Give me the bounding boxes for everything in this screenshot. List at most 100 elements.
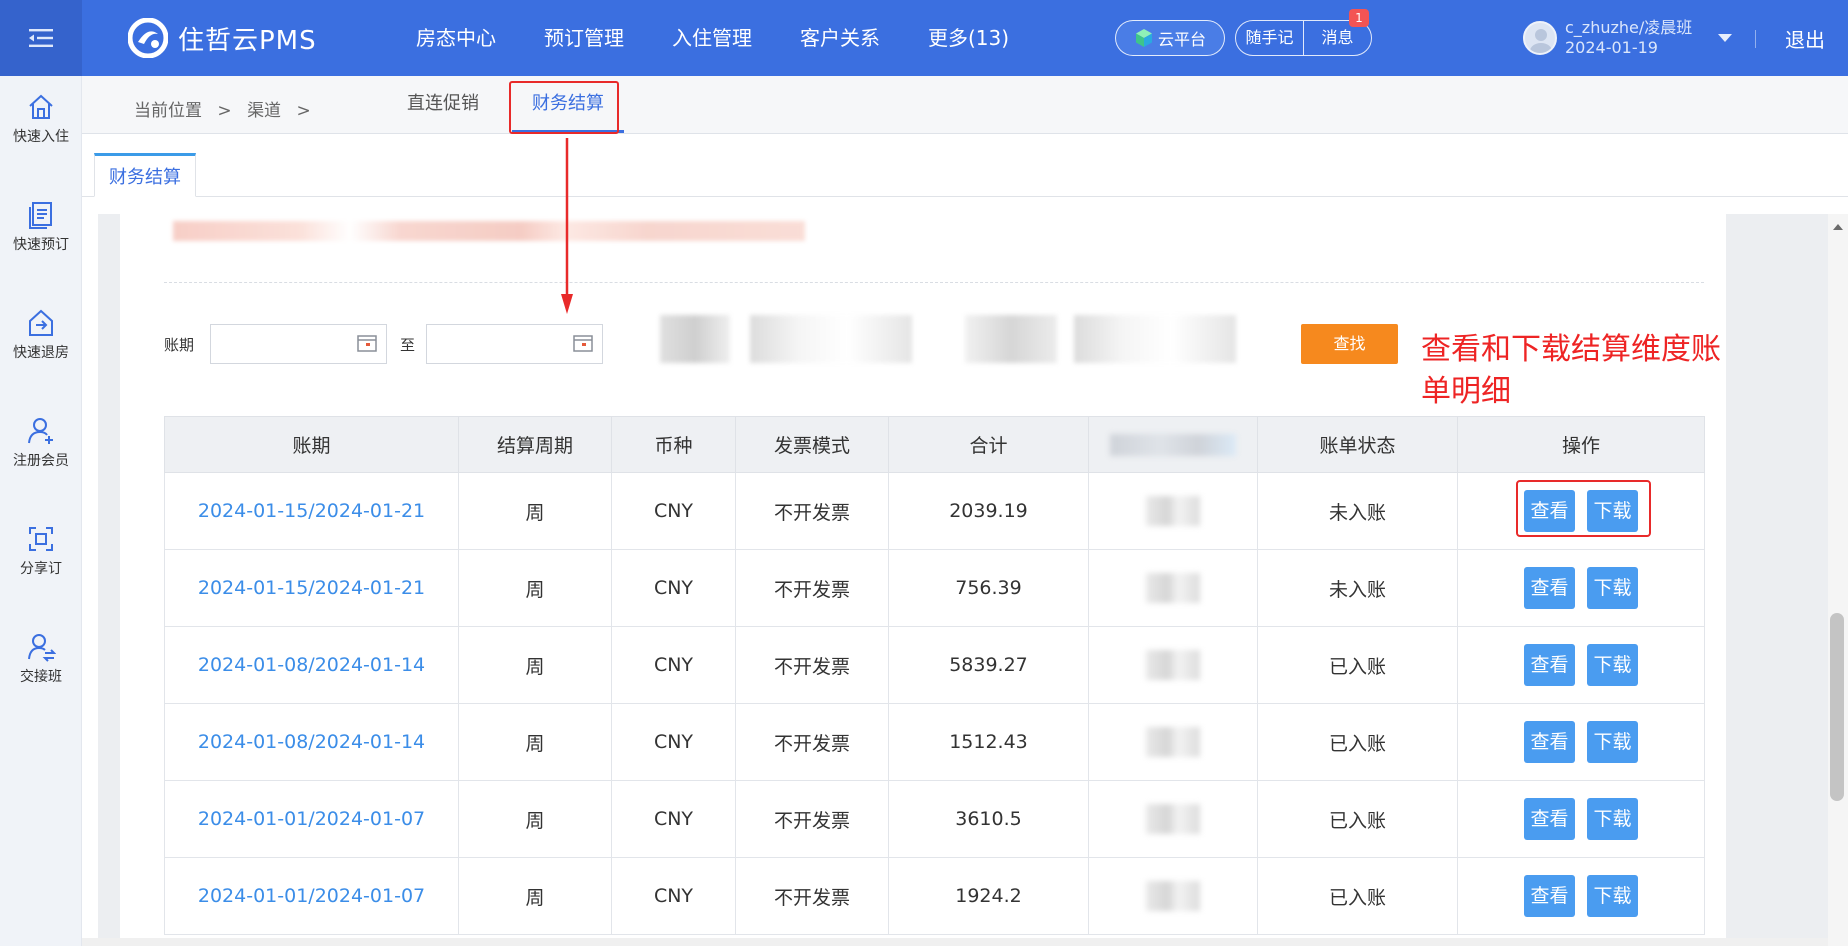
total-cell: 756.39	[888, 549, 1089, 627]
sidebar-label: 交接班	[20, 669, 62, 685]
status-cell: 已入账	[1257, 703, 1458, 781]
user-name: c_zhuzhe/凌晨班	[1565, 18, 1693, 37]
col-header-total: 合计	[888, 416, 1089, 473]
download-button[interactable]: 下载	[1587, 567, 1638, 609]
download-button[interactable]: 下载	[1587, 875, 1638, 917]
period-link[interactable]: 2024-01-01/2024-01-07	[164, 857, 459, 935]
business-date: 2024-01-19	[1565, 38, 1658, 57]
redacted-filter-label	[965, 315, 1057, 363]
sidebar-item-quick-checkin[interactable]: 快速入住	[0, 92, 82, 172]
status-cell: 已入账	[1257, 780, 1458, 858]
calendar-icon[interactable]	[357, 334, 377, 352]
nav-crm[interactable]: 客户关系	[776, 0, 904, 76]
nav-more[interactable]: 更多(13)	[904, 0, 1033, 76]
nav-room-status[interactable]: 房态中心	[392, 0, 520, 76]
menu-collapse-icon	[29, 29, 53, 47]
checkout-icon	[29, 309, 53, 336]
horizontal-scrollbar[interactable]	[82, 938, 1828, 946]
breadcrumb-separator: >	[217, 101, 232, 121]
period-link[interactable]: 2024-01-08/2024-01-14	[164, 703, 459, 781]
table-row: 2024-01-15/2024-01-21 周 CNY 不开发票 756.39 …	[164, 549, 1705, 627]
to-label: 至	[400, 336, 416, 354]
sidebar-item-share-booking[interactable]: 分享订	[0, 524, 82, 604]
table-row: 2024-01-08/2024-01-14 周 CNY 不开发票 5839.27…	[164, 626, 1705, 704]
sidebar-item-shift-handover[interactable]: 交接班	[0, 632, 82, 712]
page-tab-settlement[interactable]: 财务结算	[94, 153, 196, 197]
total-cell: 2039.19	[888, 472, 1089, 550]
brand-name: 住哲云PMS	[178, 25, 317, 56]
cycle-cell: 周	[458, 857, 612, 935]
period-label: 账期	[164, 336, 195, 354]
breadcrumb-separator: >	[296, 101, 311, 121]
share-icon	[29, 527, 53, 551]
view-button[interactable]: 查看	[1524, 875, 1575, 917]
nav-reservations[interactable]: 预订管理	[520, 0, 648, 76]
handover-icon	[28, 634, 56, 662]
sidebar-label: 快速退房	[13, 345, 69, 361]
redacted-cell	[1088, 857, 1258, 935]
annotation-text: 查看和下载结算维度账单明细	[1421, 332, 1721, 409]
brand[interactable]: 住哲云PMS	[128, 18, 317, 58]
sidebar-label: 快速入住	[13, 129, 69, 145]
table-row: 2024-01-01/2024-01-07 周 CNY 不开发票 3610.5 …	[164, 780, 1705, 858]
period-link[interactable]: 2024-01-08/2024-01-14	[164, 626, 459, 704]
cloud-platform-button[interactable]: 云平台	[1115, 20, 1225, 56]
redacted-cell	[1088, 626, 1258, 704]
calendar-icon[interactable]	[573, 334, 593, 352]
col-header-invoice: 发票模式	[735, 416, 889, 473]
period-link[interactable]: 2024-01-15/2024-01-21	[164, 472, 459, 550]
notes-button[interactable]: 随手记	[1236, 21, 1303, 55]
total-cell: 3610.5	[888, 780, 1089, 858]
caret-down-icon	[1718, 34, 1733, 42]
table-row: 2024-01-01/2024-01-07 周 CNY 不开发票 1924.2 …	[164, 857, 1705, 935]
logout-button[interactable]: 退出	[1785, 24, 1825, 53]
redacted-cell	[1088, 472, 1258, 550]
redacted-filter-input	[750, 315, 912, 363]
download-button[interactable]: 下载	[1587, 644, 1638, 686]
sidebar-item-quick-checkout[interactable]: 快速退房	[0, 308, 82, 388]
redacted-header	[1110, 433, 1236, 456]
view-button[interactable]: 查看	[1524, 644, 1575, 686]
vertical-scrollbar[interactable]	[1828, 214, 1848, 946]
sidebar-item-register-member[interactable]: 注册会员	[0, 416, 82, 496]
scrollbar-thumb[interactable]	[1830, 613, 1844, 801]
tab-strip-line	[82, 196, 1848, 197]
period-link[interactable]: 2024-01-15/2024-01-21	[164, 549, 459, 627]
cycle-cell: 周	[458, 626, 612, 704]
tab-direct-promotion[interactable]: 直连促销	[407, 76, 479, 133]
status-cell: 未入账	[1257, 549, 1458, 627]
breadcrumb-channel[interactable]: 渠道	[247, 101, 281, 121]
cycle-cell: 周	[458, 472, 612, 550]
redacted-value	[1146, 496, 1200, 526]
redacted-value	[1146, 650, 1200, 680]
download-button[interactable]: 下载	[1587, 721, 1638, 763]
redacted-info-bar	[173, 221, 805, 241]
total-cell: 1924.2	[888, 857, 1089, 935]
download-button[interactable]: 下载	[1587, 798, 1638, 840]
view-button[interactable]: 查看	[1524, 798, 1575, 840]
status-cell: 已入账	[1257, 626, 1458, 704]
view-button[interactable]: 查看	[1524, 567, 1575, 609]
scroll-up-icon[interactable]	[1828, 220, 1848, 234]
user-menu[interactable]: c_zhuzhe/凌晨班 2024-01-19	[1523, 18, 1733, 58]
message-count-badge: 1	[1349, 9, 1369, 27]
tab-highlight-box	[509, 81, 619, 134]
logo-icon	[128, 18, 168, 58]
redacted-cell	[1088, 780, 1258, 858]
cycle-cell: 周	[458, 549, 612, 627]
menu-toggle-button[interactable]	[0, 0, 82, 76]
content-gutter-right	[1726, 214, 1828, 946]
nav-checkin[interactable]: 入住管理	[648, 0, 776, 76]
currency-cell: CNY	[611, 703, 736, 781]
actions-cell: 查看 下载	[1457, 703, 1705, 781]
view-button[interactable]: 查看	[1524, 721, 1575, 763]
period-link[interactable]: 2024-01-01/2024-01-07	[164, 780, 459, 858]
sidebar-item-quick-booking[interactable]: 快速预订	[0, 200, 82, 280]
invoice-cell: 不开发票	[735, 857, 889, 935]
actions-cell: 查看 下载	[1457, 857, 1705, 935]
currency-cell: CNY	[611, 857, 736, 935]
redacted-cell	[1088, 703, 1258, 781]
actions-cell: 查看 下载	[1457, 626, 1705, 704]
redacted-filter-input	[1074, 315, 1236, 363]
search-button[interactable]: 查找	[1301, 324, 1398, 364]
